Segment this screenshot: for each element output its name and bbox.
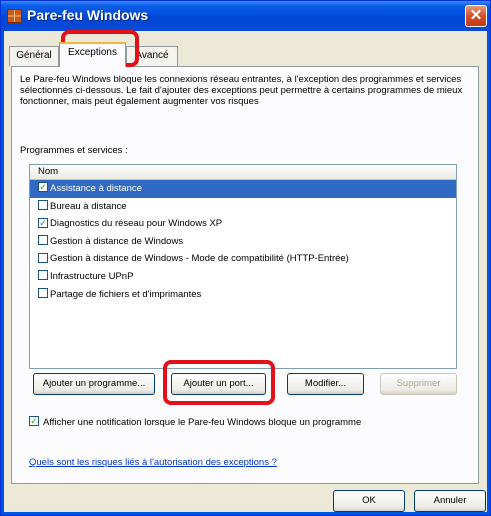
item-label: Assistance à distance: [50, 183, 142, 194]
cancel-button[interactable]: Annuler: [414, 490, 486, 512]
window-title: Pare-feu Windows: [27, 7, 149, 23]
item-checkbox[interactable]: [38, 235, 48, 246]
item-label: Infrastructure UPnP: [50, 270, 134, 282]
list-item[interactable]: Gestion à distance de Windows: [30, 233, 456, 251]
modify-button[interactable]: Modifier...: [287, 373, 364, 395]
ok-button[interactable]: OK: [333, 490, 405, 512]
title-bar[interactable]: Pare-feu Windows ✕: [1, 1, 490, 31]
notify-option[interactable]: ✓ Afficher une notification lorsque le Pa…: [29, 416, 362, 428]
item-checkbox[interactable]: [38, 252, 48, 263]
item-checkbox[interactable]: ✓: [38, 182, 48, 193]
programs-list[interactable]: Nom ✓ Assistance à distance Bureau à dista…: [29, 164, 457, 369]
item-label: Diagnostics du réseau pour Windows XP: [50, 218, 223, 230]
exceptions-risk-link[interactable]: Quels sont les risques liés à l'autorisa…: [29, 457, 277, 468]
add-program-button[interactable]: Ajouter un programme...: [33, 373, 155, 395]
item-label: Bureau à distance: [50, 200, 127, 212]
item-label: Gestion à distance de Windows - Mode de …: [50, 253, 349, 265]
highlight-add-port-button: [163, 360, 275, 405]
notify-label: Afficher une notification lorsque le Par…: [43, 417, 362, 428]
close-button[interactable]: ✕: [465, 5, 487, 27]
item-label: Partage de fichiers et d'imprimantes: [50, 288, 202, 300]
list-item[interactable]: ✓ Assistance à distance: [30, 180, 456, 198]
programs-services-label: Programmes et services :: [20, 145, 128, 156]
list-item[interactable]: ✓ Diagnostics du réseau pour Windows XP: [30, 215, 456, 233]
item-checkbox[interactable]: [38, 288, 48, 299]
list-item[interactable]: Partage de fichiers et d'imprimantes: [30, 286, 456, 304]
item-checkbox[interactable]: [38, 270, 48, 281]
list-item[interactable]: Gestion à distance de Windows - Mode de …: [30, 250, 456, 268]
column-header-name[interactable]: Nom: [30, 165, 456, 180]
item-checkbox[interactable]: ✓: [38, 217, 48, 228]
tab-exceptions[interactable]: Exceptions: [59, 42, 126, 67]
list-item[interactable]: Bureau à distance: [30, 198, 456, 216]
item-checkbox[interactable]: [38, 200, 48, 211]
notify-checkbox[interactable]: ✓: [29, 416, 39, 427]
description-text: Le Pare-feu Windows bloque les connexion…: [20, 74, 463, 107]
tab-general[interactable]: Général: [9, 46, 59, 66]
list-item[interactable]: Infrastructure UPnP: [30, 268, 456, 286]
delete-button[interactable]: Supprimer: [380, 373, 457, 395]
firewall-icon: [7, 9, 22, 23]
item-label: Gestion à distance de Windows: [50, 235, 184, 247]
